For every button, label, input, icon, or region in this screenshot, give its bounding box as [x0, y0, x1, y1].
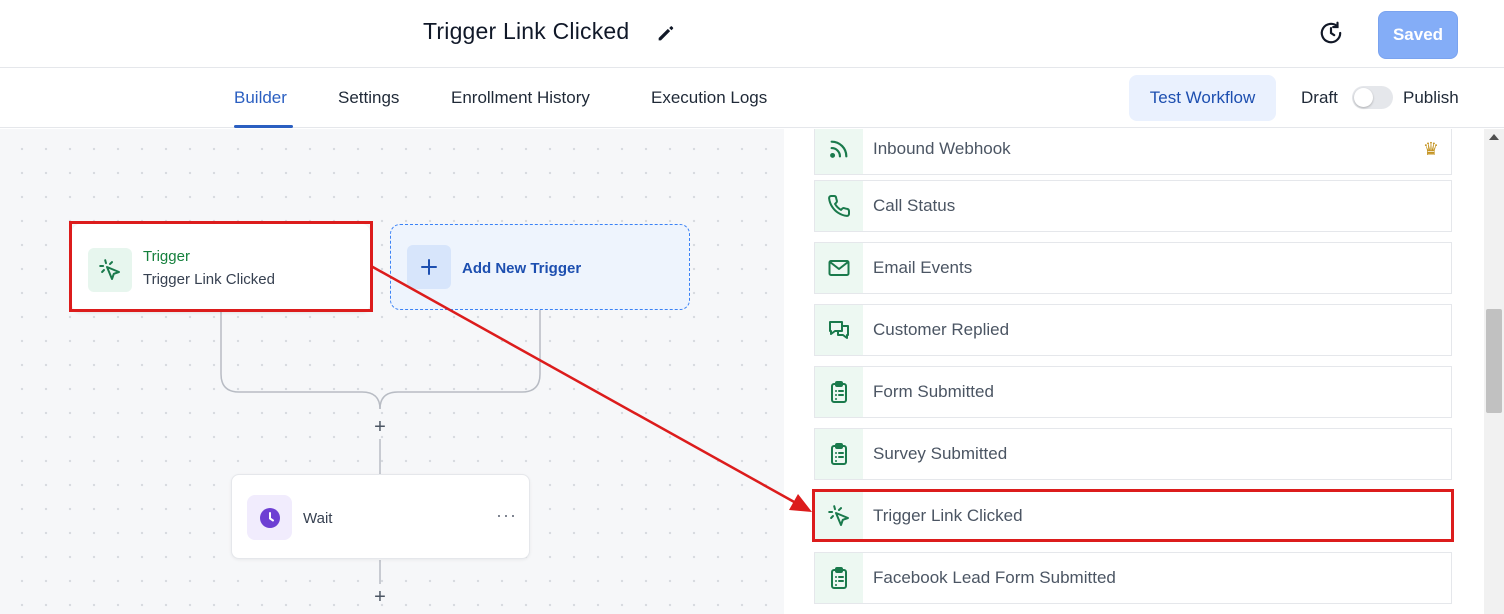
- publish-toggle[interactable]: [1352, 86, 1393, 109]
- clock-icon: [247, 495, 292, 540]
- test-workflow-button[interactable]: Test Workflow: [1129, 75, 1276, 121]
- clipboard-icon: [815, 553, 863, 603]
- trigger-option-email-events[interactable]: Email Events: [814, 242, 1452, 294]
- tab-enrollment-history[interactable]: Enrollment History: [451, 88, 590, 108]
- wait-step-label: Wait: [303, 510, 333, 527]
- crown-icon: ♛: [1422, 139, 1439, 159]
- history-icon[interactable]: [1318, 20, 1344, 46]
- panel-scrollbar[interactable]: [1484, 129, 1504, 614]
- trigger-option-label: Survey Submitted: [873, 444, 1008, 463]
- trigger-option-facebook-lead-form-submitted[interactable]: Facebook Lead Form Submitted: [814, 552, 1452, 604]
- trigger-option-label: Email Events: [873, 258, 973, 277]
- chat-icon: [815, 305, 863, 355]
- tab-settings[interactable]: Settings: [338, 88, 399, 108]
- saved-button[interactable]: Saved: [1378, 11, 1458, 59]
- workflow-title[interactable]: Trigger Link Clicked: [423, 18, 629, 45]
- tab-builder[interactable]: Builder: [234, 88, 287, 108]
- add-new-trigger-label: Add New Trigger: [462, 260, 582, 277]
- trigger-option-call-status[interactable]: Call Status: [814, 180, 1452, 232]
- highlight-box-option: [812, 489, 1454, 542]
- scrollbar-thumb[interactable]: [1486, 309, 1502, 413]
- clipboard-icon: [815, 429, 863, 479]
- trigger-option-label: Facebook Lead Form Submitted: [873, 568, 1116, 587]
- top-bar: Trigger Link Clicked Saved: [0, 0, 1504, 68]
- tabs-bar: Builder Settings Enrollment History Exec…: [0, 68, 1504, 128]
- wait-step-card[interactable]: Wait ···: [231, 474, 530, 559]
- plus-icon: [407, 245, 451, 289]
- trigger-option-label: Form Submitted: [873, 382, 994, 401]
- draft-label: Draft: [1301, 88, 1338, 107]
- add-new-trigger-button[interactable]: Add New Trigger: [390, 224, 690, 310]
- trigger-option-inbound-webhook[interactable]: Inbound Webhook ♛: [814, 129, 1452, 175]
- add-step-button[interactable]: +: [370, 587, 390, 607]
- workflow-canvas[interactable]: + + Trigger Trigger Link Clicked Add New…: [0, 129, 784, 614]
- edit-title-icon[interactable]: [655, 22, 677, 44]
- add-step-button[interactable]: +: [370, 417, 390, 437]
- scroll-up-arrow-icon[interactable]: [1489, 134, 1499, 140]
- mail-icon: [815, 243, 863, 293]
- clipboard-icon: [815, 367, 863, 417]
- more-options-icon[interactable]: ···: [496, 505, 517, 526]
- publish-label: Publish: [1403, 88, 1459, 107]
- trigger-option-survey-submitted[interactable]: Survey Submitted: [814, 428, 1452, 480]
- trigger-option-customer-replied[interactable]: Customer Replied: [814, 304, 1452, 356]
- trigger-option-form-submitted[interactable]: Form Submitted: [814, 366, 1452, 418]
- trigger-option-label: Inbound Webhook: [873, 139, 1011, 158]
- tab-execution-logs[interactable]: Execution Logs: [651, 88, 767, 108]
- toggle-knob: [1354, 88, 1373, 107]
- trigger-option-label: Call Status: [873, 196, 956, 215]
- highlight-box-trigger: [69, 221, 373, 312]
- active-tab-indicator: [234, 125, 293, 128]
- rss-icon: [815, 129, 863, 174]
- phone-icon: [815, 181, 863, 231]
- trigger-option-label: Customer Replied: [873, 320, 1010, 339]
